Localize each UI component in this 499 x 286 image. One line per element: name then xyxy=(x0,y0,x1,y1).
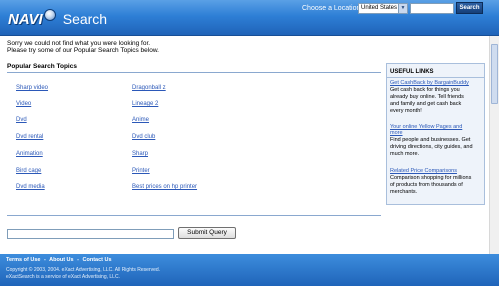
desc-line: Comparison shopping for millions xyxy=(390,175,472,181)
yellow-pages-desc: Find people and businesses. Get driving … xyxy=(390,137,482,158)
suggestion-message: Please try some of our Popular Search To… xyxy=(7,47,159,54)
contact-link[interactable]: Contact Us xyxy=(83,257,112,263)
topic-link[interactable]: Sharp xyxy=(132,151,148,157)
useful-links-title: USEFUL LINKS xyxy=(390,69,434,75)
copyright-line: Copyright © 2003, 2004. eXact Advertisin… xyxy=(6,267,161,273)
price-comparisons-link[interactable]: Related Price Comparisons xyxy=(390,168,457,174)
divider xyxy=(7,215,381,216)
divider xyxy=(7,72,381,73)
popular-topics-title: Popular Search Topics xyxy=(7,63,77,70)
navi-logo[interactable]: NAVI Search xyxy=(8,9,107,29)
cashback-link[interactable]: Get CashBack by BargainBuddy xyxy=(390,80,469,86)
site-header: NAVI Search Choose a Location: United St… xyxy=(0,0,499,36)
desc-line: merchants. xyxy=(390,189,418,195)
topic-link[interactable]: Sharp video xyxy=(16,85,48,91)
topic-link[interactable]: Dvd media xyxy=(16,184,45,190)
scrollbar-thumb[interactable] xyxy=(491,44,498,104)
footer-links: Terms of Use - About Us - Contact Us xyxy=(6,257,112,263)
useful-links-panel: USEFUL LINKS Get CashBack by BargainBudd… xyxy=(386,63,485,205)
price-comparisons-desc: Comparison shopping for millions of prod… xyxy=(390,175,482,196)
logo-registered-icon xyxy=(43,9,56,21)
topic-link[interactable]: Best prices on hp printer xyxy=(132,184,197,190)
topic-link[interactable]: Dvd club xyxy=(132,134,155,140)
desc-line: much more. xyxy=(390,151,420,157)
not-found-message: Sorry we could not find what you were lo… xyxy=(7,40,151,47)
site-footer: Terms of Use - About Us - Contact Us Cop… xyxy=(0,254,499,286)
logo-text: NAVI xyxy=(8,10,43,28)
cashback-desc: Get cash back for things you already buy… xyxy=(390,87,482,115)
topic-link[interactable]: Anime xyxy=(132,117,149,123)
topic-link[interactable]: Animation xyxy=(16,151,43,157)
desc-line: Find people and businesses. Get xyxy=(390,137,471,143)
logo-subtitle: Search xyxy=(62,11,108,27)
location-select[interactable]: United States ▼ xyxy=(358,3,408,14)
desc-line: every month! xyxy=(390,108,422,114)
topic-link[interactable]: Dvd rental xyxy=(16,134,43,140)
topic-link[interactable]: Lineage 2 xyxy=(132,101,158,107)
submit-query-button[interactable]: Submit Query xyxy=(178,227,236,239)
header-search-button[interactable]: Search xyxy=(456,2,483,14)
chevron-down-icon: ▼ xyxy=(398,4,407,13)
about-link[interactable]: About Us xyxy=(49,257,73,263)
topic-link[interactable]: Dragonball z xyxy=(132,85,166,91)
header-search-input[interactable] xyxy=(410,3,454,14)
footer-separator: - xyxy=(43,257,46,263)
yellow-pages-link-more[interactable]: more xyxy=(390,130,403,136)
topic-link[interactable]: Dvd xyxy=(16,117,27,123)
desc-line: of products from thousands of xyxy=(390,182,463,188)
desc-line: Get cash back for things you xyxy=(390,87,460,93)
location-label: Choose a Location: xyxy=(302,5,363,12)
divider xyxy=(387,77,484,78)
topic-link[interactable]: Bird cage xyxy=(16,168,41,174)
topic-link[interactable]: Printer xyxy=(132,168,150,174)
terms-link[interactable]: Terms of Use xyxy=(6,257,40,263)
footer-copyright: Copyright © 2003, 2004. eXact Advertisin… xyxy=(6,267,160,281)
desc-line: and family and get cash back xyxy=(390,101,462,107)
vertical-scrollbar[interactable] xyxy=(489,36,499,254)
copyright-line: eXactSearch is a service of eXact Advert… xyxy=(6,274,120,280)
query-input[interactable] xyxy=(7,229,174,239)
topic-link[interactable]: Video xyxy=(16,101,31,107)
location-select-value: United States xyxy=(361,5,398,11)
footer-separator: - xyxy=(77,257,79,263)
desc-line: already buy online. Tell friends xyxy=(390,94,464,100)
desc-line: driving directions, city guides, and xyxy=(390,144,473,150)
